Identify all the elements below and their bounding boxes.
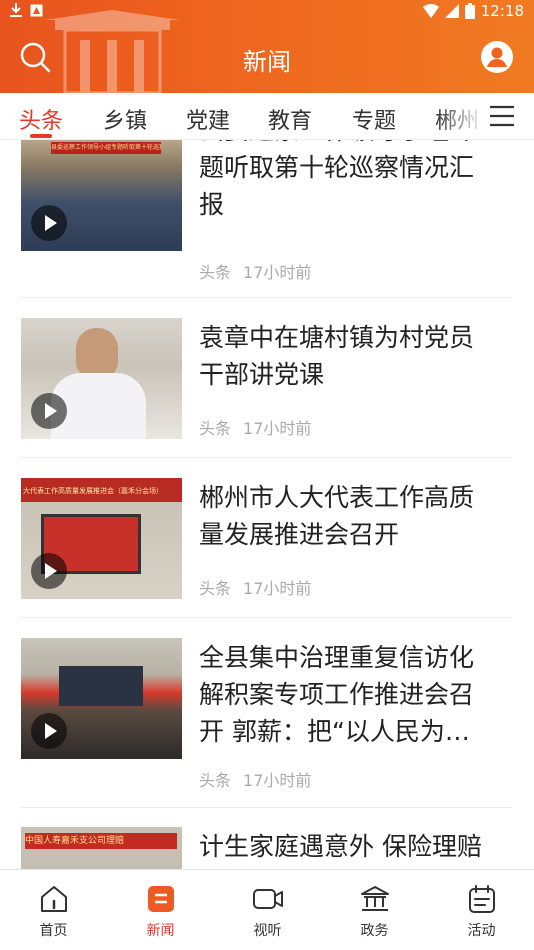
signal-icon (444, 4, 459, 18)
nav-government[interactable]: 政务 (321, 870, 428, 950)
thumbnail-banner: 大代表工作高质量发展推进会（嘉禾分会场） (23, 487, 163, 495)
play-icon (31, 205, 67, 241)
tab-party[interactable]: 党建 (186, 103, 230, 135)
title-line: 计生家庭遇意外 保险理赔 (199, 832, 482, 861)
user-button[interactable] (480, 40, 514, 74)
nav-news[interactable]: 新闻 (107, 870, 214, 950)
active-tab-indicator (30, 134, 52, 138)
page-title: 新闻 (243, 48, 291, 76)
title-line: 开 郭薪：把“以人民为… (199, 717, 470, 746)
news-title: 县委巡察工作领导小组专 题听取第十轮巡察情况汇 报 (199, 140, 512, 223)
nav-label: 首页 (39, 923, 68, 939)
news-time: 17小时前 (243, 579, 312, 598)
news-thumbnail (21, 318, 182, 439)
news-time: 17小时前 (243, 771, 312, 790)
bottom-navigation: 首页 新闻 视听 政务 活动 (0, 869, 534, 950)
play-icon (31, 713, 67, 749)
thumbnail-banner: 中国人寿嘉禾支公司理赔 (25, 833, 177, 849)
news-source: 头条 (199, 579, 232, 598)
menu-icon (490, 105, 514, 127)
news-meta: 头条 17小时前 (199, 259, 311, 283)
title-line: 报 (199, 190, 225, 219)
app-header: 12:18 新闻 (0, 0, 534, 93)
title-line: 量发展推进会召开 (199, 520, 400, 549)
news-title: 袁章中在塘村镇为村党员 干部讲党课 (199, 319, 512, 393)
thumbnail-banner: 县委巡察工作领导小组专题听取第十轮巡察情况汇报会 (51, 142, 161, 154)
user-icon (481, 41, 513, 73)
news-feed[interactable]: 县委巡察工作领导小组专题听取第十轮巡察情况汇报会 县委巡察工作领导小组专 题听取… (0, 140, 534, 869)
government-icon (361, 886, 389, 911)
wifi-icon (422, 4, 439, 18)
calendar-icon (469, 885, 495, 913)
thumbnail-screen (59, 666, 143, 706)
news-meta: 头条 17小时前 (199, 415, 311, 439)
news-item[interactable]: 中国人寿嘉禾支公司理赔 计生家庭遇意外 保险理赔 (21, 808, 512, 869)
news-item[interactable]: 大代表工作高质量发展推进会（嘉禾分会场） 郴州市人大代表工作高质 量发展推进会召… (21, 458, 512, 618)
news-meta: 头条 17小时前 (199, 767, 311, 791)
battery-icon (464, 3, 475, 19)
news-thumbnail: 县委巡察工作领导小组专题听取第十轮巡察情况汇报会 (21, 140, 182, 251)
video-icon (253, 889, 283, 909)
news-thumbnail: 大代表工作高质量发展推进会（嘉禾分会场） (21, 478, 182, 599)
news-source: 头条 (199, 771, 232, 790)
nav-label: 活动 (467, 923, 496, 939)
title-line: 解积案专项工作推进会召 (199, 680, 475, 709)
news-time: 17小时前 (243, 263, 312, 282)
status-bar: 12:18 (0, 0, 534, 24)
news-item[interactable]: 全县集中治理重复信访化 解积案专项工作推进会召 开 郭薪：把“以人民为… 头条 1… (21, 618, 512, 808)
news-meta: 头条 17小时前 (199, 575, 311, 599)
title-line: 郴州市人大代表工作高质 (199, 483, 475, 512)
nav-label: 新闻 (146, 923, 175, 939)
news-item[interactable]: 县委巡察工作领导小组专题听取第十轮巡察情况汇报会 县委巡察工作领导小组专 题听取… (21, 140, 512, 298)
play-icon (31, 393, 67, 429)
news-title: 计生家庭遇意外 保险理赔 (199, 828, 512, 865)
tab-towns[interactable]: 乡镇 (103, 103, 147, 135)
title-line: 干部讲党课 (199, 360, 325, 389)
notification-icon (30, 4, 43, 16)
tab-education[interactable]: 教育 (268, 103, 312, 135)
title-line: 县委巡察工作领导小组专 (199, 140, 512, 149)
news-source: 头条 (199, 263, 232, 282)
download-icon (10, 3, 22, 17)
nav-label: 政务 (360, 923, 389, 939)
tab-fade (436, 93, 486, 139)
nav-home[interactable]: 首页 (0, 870, 107, 950)
title-line: 全县集中治理重复信访化 (199, 643, 475, 672)
thumbnail-figure (76, 328, 118, 378)
channel-menu-button[interactable] (488, 104, 516, 128)
title-line: 题听取第十轮巡察情况汇 (199, 153, 475, 182)
news-icon (148, 886, 174, 912)
play-icon (31, 553, 67, 589)
nav-label: 视听 (253, 923, 282, 939)
news-time: 17小时前 (243, 419, 312, 438)
news-title: 全县集中治理重复信访化 解积案专项工作推进会召 开 郭薪：把“以人民为… (199, 639, 512, 750)
nav-video[interactable]: 视听 (214, 870, 321, 950)
news-source: 头条 (199, 419, 232, 438)
news-thumbnail: 中国人寿嘉禾支公司理赔 (21, 827, 182, 869)
news-thumbnail (21, 638, 182, 759)
status-time: 12:18 (480, 2, 524, 20)
title-line: 袁章中在塘村镇为村党员 (199, 323, 475, 352)
home-icon (41, 886, 67, 912)
tab-special[interactable]: 专题 (352, 103, 396, 135)
news-item[interactable]: 袁章中在塘村镇为村党员 干部讲党课 头条 17小时前 (21, 298, 512, 458)
tab-headlines[interactable]: 头条 (19, 103, 63, 135)
nav-activities[interactable]: 活动 (428, 870, 534, 950)
news-title: 郴州市人大代表工作高质 量发展推进会召开 (199, 479, 512, 553)
